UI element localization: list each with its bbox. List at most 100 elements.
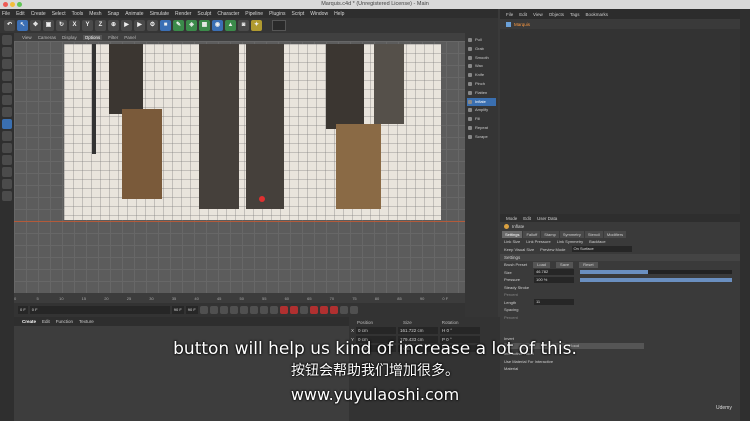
next-frame-icon[interactable] (239, 306, 248, 314)
menu-item-file[interactable]: File (2, 11, 10, 17)
undo-icon[interactable]: ↶ (4, 20, 15, 31)
link-pressure-checkbox[interactable]: Link Pressure (526, 239, 550, 244)
cube-icon[interactable]: ■ (160, 20, 171, 31)
coord-rot-field[interactable]: H 0 ° (440, 327, 481, 334)
menu-item-edit[interactable]: Edit (16, 11, 25, 17)
menu-item-render[interactable]: Render (175, 11, 191, 17)
menu-item-plugins[interactable]: Plugins (269, 11, 285, 17)
autokey-icon[interactable] (289, 306, 298, 314)
end-frame-field[interactable]: 90 F (171, 306, 184, 314)
solo-icon[interactable] (2, 191, 12, 201)
sculpt-tool-wax[interactable]: Wax (467, 62, 496, 70)
deformer-icon[interactable]: ◉ (212, 20, 223, 31)
coordinate-system-icon[interactable]: ⊕ (108, 20, 119, 31)
array-icon[interactable]: ▦ (199, 20, 210, 31)
attribute-menu-edit[interactable]: Edit (523, 216, 531, 221)
coord-pos-field[interactable]: 0 cm (356, 327, 397, 334)
load-button[interactable]: Load (533, 261, 551, 268)
object-menu-view[interactable]: View (533, 12, 543, 17)
material-menu-edit[interactable]: Edit (42, 319, 50, 324)
object-menu-edit[interactable]: Edit (519, 12, 527, 17)
next-key-icon[interactable] (249, 306, 258, 314)
tab-stencil[interactable]: Stencil (584, 231, 603, 238)
key-parameter-icon[interactable] (339, 306, 348, 314)
material-menu-function[interactable]: Function (56, 319, 73, 324)
viewport-menu-cameras[interactable]: Cameras (38, 35, 56, 40)
object-menu-bookmarks[interactable]: Bookmarks (586, 12, 609, 17)
loop-icon[interactable] (269, 306, 278, 314)
axis-z-button[interactable]: Z (95, 20, 106, 31)
menu-item-script[interactable]: Script (291, 11, 304, 17)
steady-stroke-checkbox[interactable]: Steady Stroke (504, 285, 529, 290)
object-menu-file[interactable]: File (506, 12, 513, 17)
zoom-window-icon[interactable] (17, 2, 22, 7)
go-to-end-icon[interactable] (259, 306, 268, 314)
snap-icon[interactable] (2, 155, 12, 165)
sculpt-mode-icon[interactable] (2, 119, 12, 129)
sculpt-tool-grab[interactable]: Grab (467, 45, 496, 53)
sculpt-tool-knife[interactable]: Knife (467, 71, 496, 79)
menu-item-help[interactable]: Help (334, 11, 344, 17)
material-menu-create[interactable]: Create (22, 319, 36, 324)
move-icon[interactable]: ✥ (30, 20, 41, 31)
coord-size-field[interactable]: 161.722 cm (398, 327, 439, 334)
workplane-icon[interactable] (2, 71, 12, 81)
tab-falloff[interactable]: Falloff (523, 231, 541, 238)
previous-key-icon[interactable] (209, 306, 218, 314)
object-name[interactable]: Marquis (514, 22, 530, 27)
sculpt-tool-pinch[interactable]: Pinch (467, 80, 496, 88)
key-pla-icon[interactable] (349, 306, 358, 314)
go-to-start-icon[interactable] (199, 306, 208, 314)
sculpt-tool-fill[interactable]: Fill (467, 115, 496, 123)
size-slider[interactable] (580, 270, 732, 275)
end-frame-field-2[interactable]: 90 F (185, 306, 198, 314)
tab-modifiers[interactable]: Modifiers (603, 231, 627, 238)
key-position-icon[interactable] (309, 306, 318, 314)
render-picture-viewer-icon[interactable]: ▶ (134, 20, 145, 31)
settings-section-header[interactable]: Settings (500, 254, 740, 261)
axis-x-button[interactable]: X (69, 20, 80, 31)
model-mode-icon[interactable] (2, 47, 12, 57)
environment-icon[interactable]: ▲ (225, 20, 236, 31)
sculpt-tool-flatten[interactable]: Flatten (467, 89, 496, 97)
polygons-mode-icon[interactable] (2, 107, 12, 117)
points-mode-icon[interactable] (2, 83, 12, 93)
viewport-menu-view[interactable]: View (22, 35, 32, 40)
menu-item-sculpt[interactable]: Sculpt (197, 11, 211, 17)
rotate-icon[interactable]: ↻ (56, 20, 67, 31)
minimize-window-icon[interactable] (10, 2, 15, 7)
menu-item-snap[interactable]: Snap (108, 11, 120, 17)
tab-stamp[interactable]: Stamp (541, 231, 559, 238)
object-menu-tags[interactable]: Tags (570, 12, 580, 17)
backface-checkbox[interactable]: Backface (589, 239, 605, 244)
tab-symmetry[interactable]: Symmetry (559, 231, 584, 238)
make-editable-icon[interactable] (2, 35, 12, 45)
camera-icon[interactable]: ◙ (238, 20, 249, 31)
perspective-viewport[interactable]: View Cameras Display Options Filter Panel (14, 33, 465, 293)
keep-visual-size-checkbox[interactable]: Keep Visual Size (504, 247, 534, 252)
link-symmetry-checkbox[interactable]: Link Symmetry (557, 239, 583, 244)
menu-item-select[interactable]: Select (52, 11, 66, 17)
menu-item-mesh[interactable]: Mesh (89, 11, 101, 17)
attribute-menu-mode[interactable]: Mode (506, 216, 517, 221)
sculpt-tool-smooth[interactable]: Smooth (467, 54, 496, 62)
previous-frame-icon[interactable] (219, 306, 228, 314)
key-scale-icon[interactable] (319, 306, 328, 314)
timeline-ruler[interactable]: 0 5 10 15 20 25 30 35 40 45 50 55 60 65 70 75 80 85 90 0 F (14, 293, 465, 303)
menu-item-animate[interactable]: Animate (125, 11, 143, 17)
texture-mode-icon[interactable] (2, 59, 12, 69)
attribute-menu-user-data[interactable]: User Data (537, 216, 557, 221)
play-icon[interactable] (229, 306, 238, 314)
link-size-checkbox[interactable]: Link Size (504, 239, 520, 244)
close-window-icon[interactable] (3, 2, 8, 7)
material-menu-texture[interactable]: Texture (79, 319, 94, 324)
render-settings-icon[interactable]: ⚙ (147, 20, 158, 31)
planar-workplane-icon[interactable] (2, 179, 12, 189)
menu-item-character[interactable]: Character (217, 11, 239, 17)
pressure-slider[interactable] (580, 277, 732, 282)
menu-item-create[interactable]: Create (31, 11, 46, 17)
edges-mode-icon[interactable] (2, 95, 12, 105)
menu-item-simulate[interactable]: Simulate (150, 11, 169, 17)
axis-y-button[interactable]: Y (82, 20, 93, 31)
viewport-menu-filter[interactable]: Filter (108, 35, 118, 40)
